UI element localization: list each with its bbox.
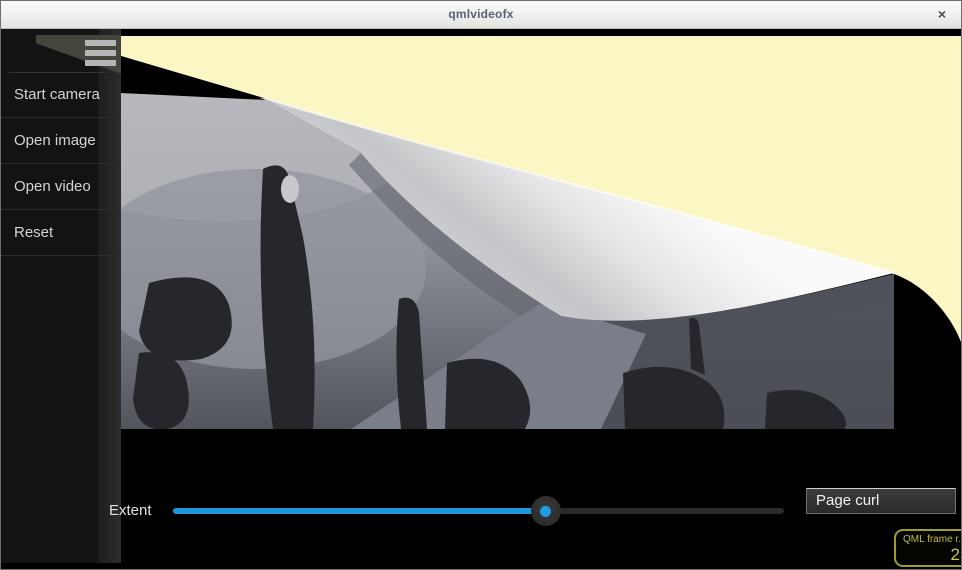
sidebar-item-open-video[interactable]: Open video: [1, 164, 121, 210]
extent-slider-label: Extent: [109, 502, 152, 519]
sidebar: Start camera Open image Open video Reset: [1, 29, 121, 563]
sidebar-menu: Start camera Open image Open video Reset: [1, 72, 121, 256]
fps-indicator-label: QML frame r...: [903, 534, 962, 545]
extent-slider[interactable]: [173, 508, 784, 514]
effect-selector-button[interactable]: Page curl: [806, 488, 956, 514]
window-title: qmlvideofx: [1, 7, 961, 21]
app-content: Start camera Open image Open video Reset…: [1, 29, 961, 569]
extent-slider-dot: [540, 506, 551, 517]
fps-indicator-value: 25.95: [903, 545, 962, 565]
hamburger-menu-icon[interactable]: [85, 40, 116, 70]
app-window: qmlvideofx ×: [0, 0, 962, 570]
sidebar-item-open-image[interactable]: Open image: [1, 118, 121, 164]
extent-slider-fill: [173, 508, 546, 514]
fps-indicator: QML frame r... 25.95: [894, 529, 962, 567]
extent-slider-handle[interactable]: [531, 496, 561, 526]
sidebar-item-start-camera[interactable]: Start camera: [1, 72, 121, 118]
sidebar-item-reset[interactable]: Reset: [1, 210, 121, 256]
close-icon[interactable]: ×: [933, 6, 951, 24]
title-bar: qmlvideofx ×: [1, 1, 961, 29]
